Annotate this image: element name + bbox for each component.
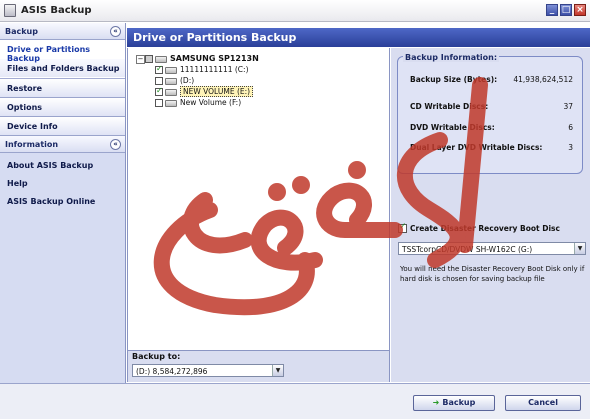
sidebar-information-header[interactable]: Information «: [0, 136, 125, 153]
sidebar-backup-header[interactable]: Backup «: [0, 23, 125, 40]
disk-checkbox[interactable]: [145, 55, 153, 63]
recovery-note: You will need the Disaster Recovery Boot…: [400, 265, 585, 283]
sidebar-backup-header-label: Backup: [5, 27, 38, 36]
collapse-icon[interactable]: «: [110, 139, 121, 150]
maximize-button[interactable]: □: [560, 4, 572, 16]
info-label: DVD Writable Discs:: [410, 123, 495, 132]
partition-label: New Volume (F:): [180, 98, 242, 107]
info-value: 41,938,624,512: [513, 75, 573, 84]
main-header: Drive or Partitions Backup: [127, 28, 590, 47]
window-title: ASIS Backup: [21, 5, 92, 16]
tree-disk-row[interactable]: SAMSUNG SP1213N: [145, 54, 345, 65]
sidebar-information-header-label: Information: [5, 140, 59, 149]
drive-icon: [165, 100, 177, 107]
right-panel: Backup Size (Bytes): 41,938,624,512 CD W…: [391, 48, 590, 382]
sidebar-item-drive-backup[interactable]: Drive or Partitions Backup: [0, 40, 125, 63]
partition-checkbox[interactable]: [155, 77, 163, 85]
recovery-drive-value: TSSTcorpCD/DVDW SH-W162C (G:): [402, 245, 533, 254]
tree-expander-icon[interactable]: −: [136, 55, 145, 64]
info-value: 3: [568, 143, 573, 152]
info-value: 37: [563, 102, 573, 111]
minimize-button[interactable]: _: [546, 4, 558, 16]
drive-icon: [165, 89, 177, 96]
hard-disk-icon: [155, 56, 167, 63]
sidebar-item-about[interactable]: About ASIS Backup: [0, 156, 125, 174]
partition-label: 11111111111 (C:): [180, 65, 249, 74]
bottom-bar: ➜ Backup Cancel: [0, 383, 590, 419]
disk-label: SAMSUNG SP1213N: [170, 54, 259, 63]
backup-info-box: Backup Size (Bytes): 41,938,624,512 CD W…: [397, 56, 583, 174]
partition-checkbox[interactable]: [155, 99, 163, 107]
info-label: Backup Size (Bytes):: [410, 75, 498, 84]
cancel-button-label: Cancel: [528, 398, 558, 407]
partition-checkbox[interactable]: [155, 86, 163, 96]
info-label: CD Writable Discs:: [410, 102, 489, 111]
partition-checkbox[interactable]: [155, 64, 163, 74]
collapse-icon[interactable]: «: [110, 26, 121, 37]
backup-to-label: Backup to:: [132, 352, 181, 361]
sidebar: Backup « Drive or Partitions Backup File…: [0, 23, 126, 383]
drive-icon: [165, 67, 177, 74]
arrow-right-icon: ➜: [432, 398, 440, 407]
sidebar-item-device-info[interactable]: Device Info: [0, 117, 125, 136]
title-bar: ASIS Backup _ □ ×: [0, 0, 590, 22]
partition-label: NEW VOLUME (E:): [180, 86, 254, 97]
recovery-checkbox-label: Create Disaster Recovery Boot Disc: [410, 224, 560, 233]
backup-to-select[interactable]: (D:) 8,584,272,896 ▼: [132, 364, 284, 377]
page-title: Drive or Partitions Backup: [133, 31, 297, 44]
backup-info-title: Backup Information:: [403, 53, 500, 62]
tree-partition-row[interactable]: New Volume (F:): [155, 98, 355, 109]
chevron-down-icon[interactable]: ▼: [574, 243, 585, 254]
backup-button-label: Backup: [442, 398, 476, 407]
tree-partition-row[interactable]: NEW VOLUME (E:): [155, 86, 355, 98]
partition-label: (D:): [180, 76, 195, 85]
sidebar-item-restore[interactable]: Restore: [0, 79, 125, 98]
chevron-down-icon[interactable]: ▼: [272, 365, 283, 376]
app-icon: [4, 4, 16, 17]
backup-to-value: (D:) 8,584,272,896: [136, 367, 208, 376]
cancel-button[interactable]: Cancel: [505, 395, 581, 411]
sidebar-item-options[interactable]: Options: [0, 98, 125, 117]
sidebar-item-help[interactable]: Help: [0, 174, 125, 192]
info-value: 6: [568, 123, 573, 132]
sidebar-item-online[interactable]: ASIS Backup Online: [0, 192, 125, 210]
recovery-drive-select[interactable]: TSSTcorpCD/DVDW SH-W162C (G:) ▼: [398, 242, 586, 255]
drive-icon: [165, 78, 177, 85]
backup-button[interactable]: ➜ Backup: [413, 395, 495, 411]
backup-to-section: Backup to: (D:) 8,584,272,896 ▼: [127, 351, 390, 382]
recovery-checkbox[interactable]: [398, 222, 407, 233]
close-button[interactable]: ×: [574, 4, 586, 16]
tree-partition-row[interactable]: 11111111111 (C:): [155, 64, 355, 76]
